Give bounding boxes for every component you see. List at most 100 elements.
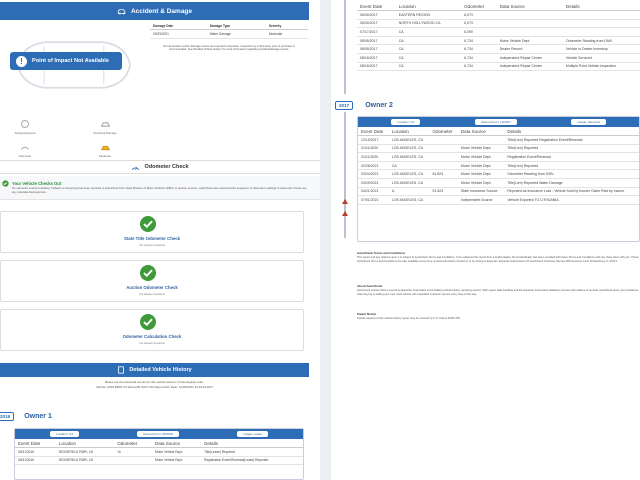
cell: RIDGEFIELD PARK, NJ (56, 456, 115, 466)
check-title: Auction Odometer Check (126, 285, 178, 290)
checkmark-icon (140, 265, 156, 281)
odometer-check-title: Odometer Check (144, 164, 189, 170)
table-row: 05/31/2016 RIDGEFIELD PARK, NJ Motor Veh… (15, 456, 303, 466)
cell: 07/01/2021 (358, 195, 389, 205)
point-of-impact-badge: ! Point of Impact Not Available (10, 52, 122, 70)
cell (562, 10, 640, 20)
col-location: Location (56, 439, 115, 448)
owner-2-year-badge: 2017 (335, 101, 354, 110)
terms-section: AutoCheck Terms and Conditions This repo… (357, 251, 639, 264)
timeline-line (344, 0, 346, 94)
cell: 51,824 (429, 169, 458, 179)
accident-damage-header: Accident & Damage (0, 2, 309, 20)
cell: 08/15/2017 (357, 62, 396, 72)
owner-1-title: Owner 1 (24, 413, 52, 420)
cell (562, 19, 640, 29)
col-data-source: Data Source (496, 2, 563, 11)
cell: Motor Vehicle Dept. (457, 161, 505, 171)
cell: CA (395, 44, 462, 54)
cell: CA (388, 161, 430, 171)
cell: 51,824 (429, 187, 458, 197)
poi-label: Point of Impact Not Available (32, 58, 109, 64)
col-details: Details (201, 439, 303, 448)
cell: 05/31/2016 (15, 447, 57, 457)
owner-2-location-pill: Location: CA (391, 119, 421, 125)
col-damage-date: Damage Date (150, 22, 207, 30)
table-row: 06/30/2017 EASTERN REGION 6,073 (357, 10, 640, 20)
history-note: Below are the historical events for this… (0, 380, 309, 389)
cell: Registration Event/Renewal(Lease) Report… (201, 456, 303, 466)
owner-1-location-pill: Location: NJ (50, 431, 79, 437)
cell: 01/11/2020 (358, 144, 389, 154)
table-row: 02/28/2021 CA Motor Vehicle Dept. Title(Lie… (358, 161, 639, 171)
cell: 03/24/2021 (358, 169, 389, 179)
cell: 01/11/2020 (358, 152, 389, 162)
table-row: 08/15/2017 CA 6,734 Independent Repair Cent… (357, 53, 640, 63)
odometer-damage-label: Odometer (18, 154, 32, 158)
cell: Motor Vehicle Dept. (457, 144, 505, 154)
continued-events-wrap: Event Date Location Odometer Data Source… (357, 2, 640, 72)
cell: State Insurance Source (457, 187, 505, 197)
vehicle-checks-out-banner: Your Vehicle Checks Out No odometer even… (0, 176, 320, 200)
cell (429, 195, 458, 205)
patent-text: Certain aspects of this vehicle history … (357, 317, 461, 321)
table-row: 08/15/2017 CA 6,734 Independent Repair Cent… (357, 62, 640, 72)
cell: Moderate (265, 29, 308, 39)
events-table-header: Event Date Location Odometer Data Source… (357, 2, 640, 11)
cell: Title(Lien) Reported Registration Event/… (504, 135, 639, 145)
owner-1-summary-bar: Location: NJ Owned From: 05/2016 Usage: … (15, 429, 303, 439)
cell: Vehicle Serviced (562, 53, 640, 63)
cell (114, 456, 153, 466)
col-data-source: Data Source (457, 127, 505, 136)
table-row: 08/05/2017 CA 6,734 Motor Vehicle Dept. Odom… (357, 36, 640, 46)
cell (496, 27, 563, 37)
table-row: 03/29/2021 LOS ANGELES, CA Motor Vehicle D… (358, 178, 639, 188)
cell: Independent Repair Center (496, 53, 563, 63)
col-event-date: Event Date (15, 439, 57, 448)
cell: Motor Vehicle Dept. (457, 178, 505, 188)
cell: Independent Repair Center (496, 62, 563, 72)
cell: Title(Lien) Reported (504, 144, 639, 154)
severity-label: Moderate (99, 154, 111, 158)
detailed-history-title: Detailed Vehicle History (129, 367, 192, 373)
col-odometer: Odometer (461, 2, 497, 11)
owner-2-box: Location: CA Owned From: 12/2017 Usage: … (357, 116, 640, 242)
cell: 6,734 (461, 62, 497, 72)
col-event-date: Event Date (357, 2, 396, 11)
checkmark-icon (140, 216, 156, 232)
cell: Title(Lien) Reported (504, 161, 639, 171)
cell: 6,734 (461, 44, 497, 54)
document-icon (118, 366, 125, 374)
damage-diagram: ! Point of Impact Not Available Airbag D… (0, 24, 148, 158)
cell: Title(Lease) Reported (201, 447, 303, 457)
vehicle-checks-out-text: No odometer events indicating 'rollback'… (12, 186, 307, 194)
owner-1-events-table: Event Date Location Odometer Data Source… (15, 439, 303, 466)
col-details: Details (562, 2, 640, 11)
owner-2-title: Owner 2 (365, 102, 393, 109)
cell: 6,734 (461, 36, 497, 46)
cell: LOS ANGELES, CA (388, 178, 430, 188)
cell: 05/31/2016 (15, 456, 57, 466)
cell: 04/21/2021 (358, 187, 389, 197)
cell: EASTERN REGION (395, 10, 462, 20)
cell: 03/29/2021 (358, 178, 389, 188)
col-location: Location (395, 2, 462, 11)
cell (429, 135, 458, 145)
report-page-left: Accident & Damage ! Point of Impact Not … (0, 0, 320, 480)
cell: Motor Vehicle Dept. (496, 36, 563, 46)
cell: LOS ANGELES, CA (388, 135, 430, 145)
state-title-odometer-check-card: State Title Odometer Check No issues rep… (0, 211, 304, 253)
owner-2-heading: 2017 Owner 2 (335, 101, 393, 110)
col-details: Details (504, 127, 639, 136)
speedometer-icon (132, 166, 140, 170)
cell: Motor Vehicle Dept. (457, 169, 505, 179)
cell (429, 152, 458, 162)
table-row: 06/30/2017 NORTH HOLLYWOOD CA 6,073 (357, 19, 640, 29)
col-location: Location (388, 127, 430, 136)
cell: CA (395, 53, 462, 63)
cell: 07/17/2017 (357, 27, 396, 37)
cell: CA (395, 27, 462, 37)
table-row: 05/31/2016 RIDGEFIELD PARK, NJ 10 Motor … (15, 447, 303, 457)
cell: IL (388, 187, 430, 197)
cell: 6,073 (461, 19, 497, 29)
